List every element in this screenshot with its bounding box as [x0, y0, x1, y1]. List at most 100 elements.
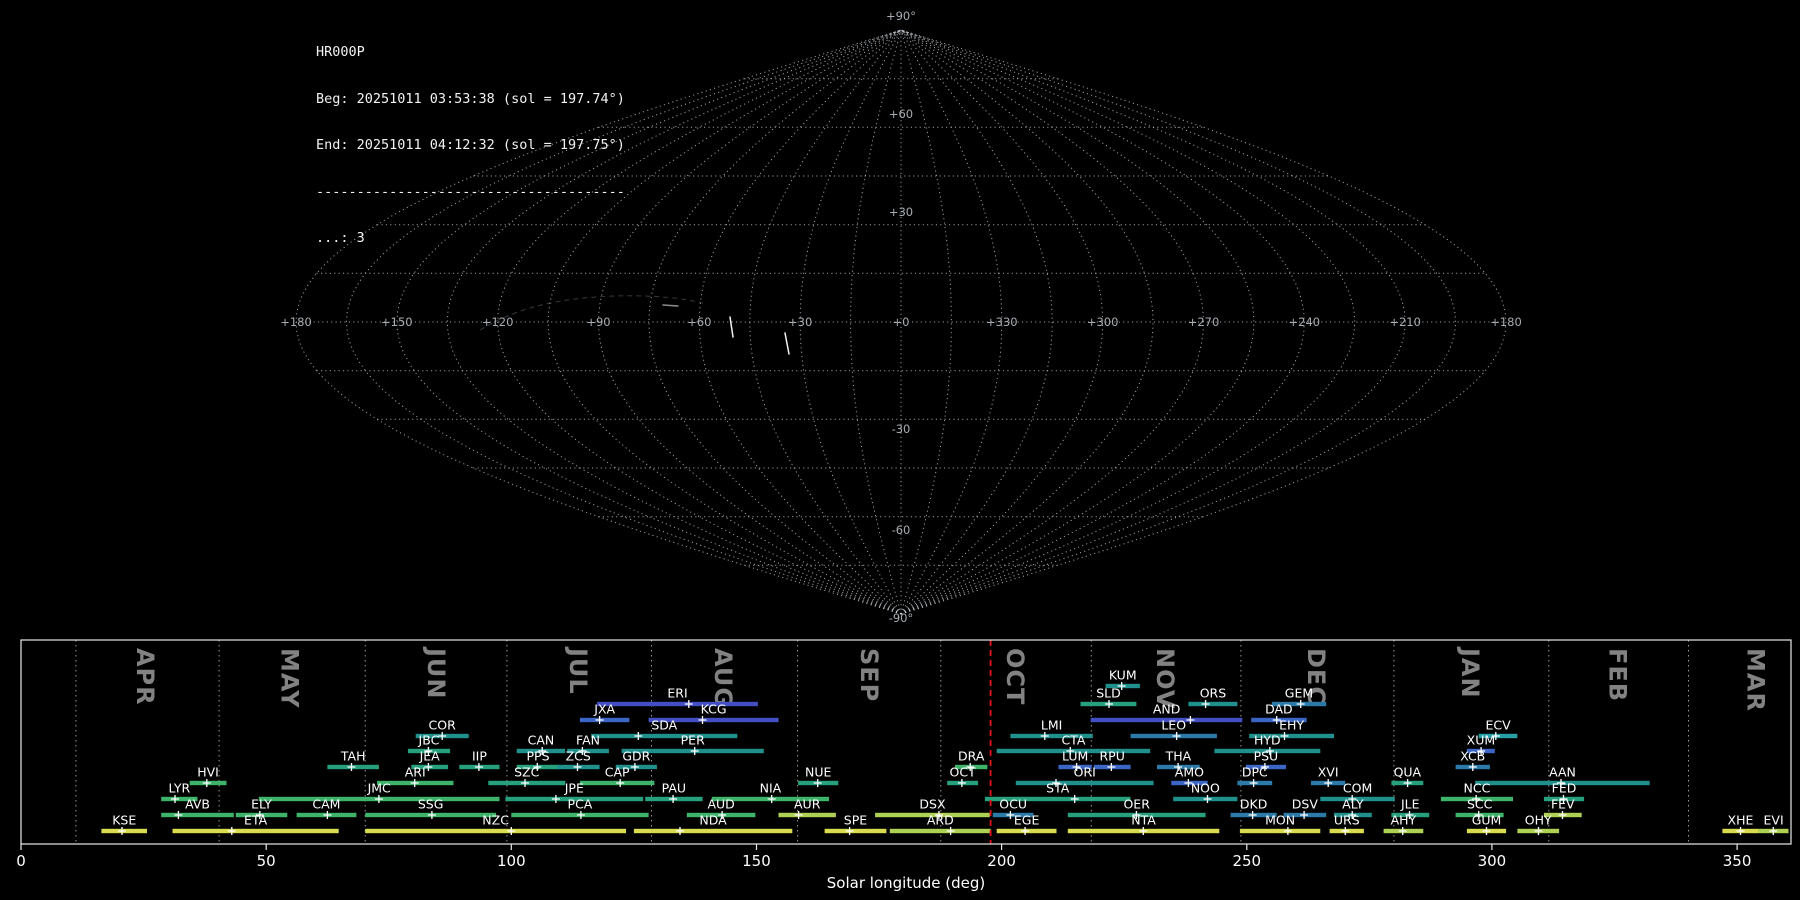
peak-marker-ARD	[946, 827, 955, 835]
peak-marker-TAH	[347, 763, 356, 771]
map-lon-label: +60	[687, 315, 711, 329]
shower-label-NZC: NZC	[482, 813, 509, 828]
shower-label-ERI: ERI	[667, 686, 687, 701]
shower-bar-ORI	[1015, 780, 1154, 786]
shower-label-DSV: DSV	[1292, 797, 1319, 812]
shower-label-OER: OER	[1123, 797, 1150, 812]
month-label-jun: JUN	[422, 646, 450, 700]
peak-marker-ORS	[1201, 700, 1210, 708]
shower-label-AHY: AHY	[1391, 813, 1417, 828]
radiant-plot-screen: HR000P Beg: 20251011 03:53:38 (sol = 197…	[0, 0, 1800, 900]
peak-marker-RPU	[1107, 763, 1116, 771]
peak-marker-GUM	[1482, 827, 1491, 835]
peak-marker-GDR	[630, 763, 639, 771]
shower-label-STA: STA	[1046, 781, 1070, 796]
shower-label-ZCS: ZCS	[566, 749, 591, 764]
shower-label-NDA: NDA	[699, 813, 727, 828]
map-lon-label: +0	[893, 315, 910, 329]
map-lat-label: -60	[892, 523, 911, 537]
shower-label-DRA: DRA	[958, 749, 985, 764]
shower-bar-JXA	[579, 717, 630, 723]
peak-marker-EVI	[1769, 827, 1778, 835]
x-tick-label: 250	[1232, 852, 1261, 870]
peak-marker-EGE	[1021, 827, 1030, 835]
shower-label-RPU: RPU	[1099, 749, 1124, 764]
shower-label-EGE: EGE	[1014, 813, 1040, 828]
shower-bar-AUR	[778, 812, 836, 818]
shower-label-AND: AND	[1153, 702, 1181, 717]
shower-label-AUR: AUR	[794, 797, 821, 812]
map-lon-label: +30	[788, 315, 812, 329]
peak-marker-FEV	[1558, 811, 1567, 819]
shower-label-FEV: FEV	[1551, 797, 1575, 812]
shower-label-ELY: ELY	[251, 797, 272, 812]
shower-label-JXA: JXA	[593, 702, 615, 717]
map-meridian	[900, 29, 1053, 615]
peak-marker-EHY	[1280, 732, 1289, 740]
map-meridian	[900, 29, 1205, 615]
shower-label-AAN: AAN	[1549, 765, 1576, 780]
peak-marker-JPE	[551, 795, 560, 803]
plot-canvas: +180 +150 +120 +90 +60 +30 +0 +330 +300 +270 +240 +…	[16, 9, 1792, 892]
shower-label-SDA: SDA	[651, 718, 677, 733]
shower-label-XCB: XCB	[1460, 749, 1485, 764]
shower-label-CAN: CAN	[528, 733, 555, 748]
map-lat-label: -90°	[889, 611, 914, 625]
shower-label-AUD: AUD	[707, 797, 734, 812]
month-label-aug: AUG	[709, 648, 737, 708]
shower-label-JBC: JBC	[418, 733, 440, 748]
shower-label-LUM: LUM	[1062, 749, 1088, 764]
shower-label-NIA: NIA	[760, 781, 782, 796]
shower-label-XHE: XHE	[1728, 813, 1754, 828]
shower-label-DAD: DAD	[1265, 702, 1293, 717]
peak-marker-URS	[1341, 827, 1350, 835]
begin-time: Beg: 20251011 03:53:38 (sol = 197.74°)	[316, 90, 625, 107]
x-tick-label: 50	[257, 852, 276, 870]
shower-label-KUM: KUM	[1109, 668, 1137, 683]
peak-marker-XVI	[1324, 779, 1333, 787]
shower-label-OCT: OCT	[950, 765, 977, 780]
peak-marker-KCG	[698, 716, 707, 724]
shower-label-ORI: ORI	[1074, 765, 1096, 780]
shower-label-HVI: HVI	[197, 765, 219, 780]
shower-bar-ARD	[889, 828, 991, 834]
shower-bar-SPE	[824, 828, 887, 834]
shower-label-PAU: PAU	[662, 781, 686, 796]
map-lon-label: +150	[381, 315, 413, 329]
peak-marker-ETA	[227, 827, 236, 835]
peak-marker-LYR	[171, 795, 179, 803]
shower-label-OCU: OCU	[999, 797, 1027, 812]
separator-line: --------------------------------------	[316, 183, 625, 200]
shower-label-AMO: AMO	[1175, 765, 1204, 780]
month-label-mar: MAR	[1742, 648, 1770, 712]
peak-marker-PCA	[576, 811, 585, 819]
month-label-jul: JUL	[564, 646, 592, 695]
shower-label-THA: THA	[1165, 749, 1192, 764]
observation-info: HR000P Beg: 20251011 03:53:38 (sol = 197…	[316, 14, 625, 278]
peak-marker-PAU	[669, 795, 678, 803]
peak-marker-HVI	[202, 779, 211, 787]
peak-marker-COR	[438, 732, 447, 740]
shower-bar-NDA	[633, 828, 793, 834]
peak-marker-JMC	[374, 795, 383, 803]
shower-label-PER: PER	[681, 733, 705, 748]
shower-label-ARD: ARD	[927, 813, 954, 828]
shower-label-NTA: NTA	[1131, 813, 1156, 828]
peak-marker-DKD	[1248, 811, 1257, 819]
x-tick-label: 350	[1723, 852, 1752, 870]
shower-label-ALY: ALY	[1342, 797, 1364, 812]
peak-marker-LEO	[1172, 732, 1181, 740]
map-lon-label: +270	[1188, 315, 1220, 329]
shower-label-ECV: ECV	[1485, 718, 1511, 733]
map-lon-label: +330	[986, 315, 1018, 329]
meteor-trail	[729, 316, 734, 338]
shower-bar-AVB	[161, 812, 234, 818]
shower-label-LYR: LYR	[169, 781, 191, 796]
peak-marker-QUA	[1403, 779, 1412, 787]
shower-label-OHY: OHY	[1525, 813, 1552, 828]
peak-marker-NIA	[767, 795, 776, 803]
peak-marker-JXA	[595, 716, 604, 724]
x-tick-label: 150	[742, 852, 771, 870]
peak-marker-DPC	[1249, 779, 1258, 787]
shower-label-NOO: NOO	[1191, 781, 1220, 796]
